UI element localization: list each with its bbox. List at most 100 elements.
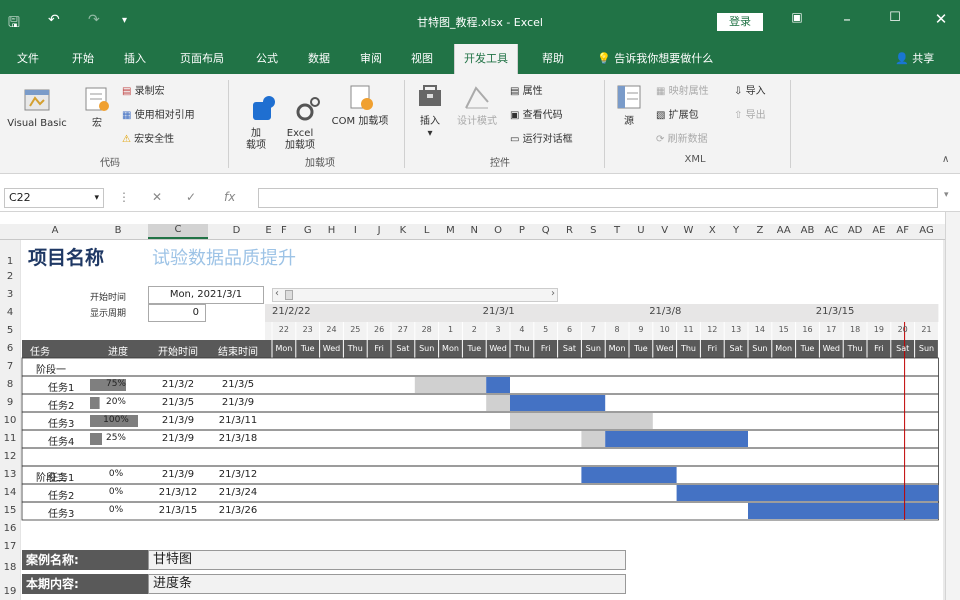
tab-10[interactable]: 帮助	[528, 44, 578, 74]
share-button[interactable]: 👤 共享	[895, 44, 934, 74]
excel-addins-button[interactable]: Excel 加载项	[280, 82, 320, 164]
row-header[interactable]: 6	[0, 340, 20, 358]
tab-5[interactable]: 公式	[246, 44, 288, 74]
com-addins-button[interactable]: COM 加载项	[322, 82, 398, 128]
start-date-field[interactable]: Mon, 2021/3/1	[148, 286, 264, 304]
tab-4[interactable]: 页面布局	[168, 44, 236, 74]
row-header[interactable]: 19	[0, 580, 20, 600]
column-header[interactable]: B	[88, 225, 148, 236]
formula-input[interactable]	[258, 188, 938, 208]
design-mode-button[interactable]: 设计模式	[452, 82, 502, 128]
xml-source-button[interactable]: 源	[612, 82, 646, 128]
column-header[interactable]: F	[272, 225, 296, 236]
column-header[interactable]: H	[320, 225, 344, 236]
row-header[interactable]: 12	[0, 448, 20, 466]
row-header[interactable]: 4	[0, 304, 20, 322]
row-header[interactable]: 14	[0, 484, 20, 502]
expand-formula-icon[interactable]: ▾	[944, 190, 949, 200]
column-header[interactable]: S	[581, 225, 605, 236]
column-header[interactable]: I	[343, 225, 367, 236]
tab-1[interactable]: 文件	[8, 44, 48, 74]
worksheet[interactable]: 项目名称 试验数据品质提升 开始时间 Mon, 2021/3/1 显示周期 0 …	[0, 240, 945, 600]
row-header[interactable]: 8	[0, 376, 20, 394]
row-header[interactable]: 17	[0, 538, 20, 556]
tab-6[interactable]: 数据	[298, 44, 340, 74]
visual-basic-button[interactable]: Visual Basic	[2, 84, 72, 130]
cancel-icon[interactable]: ✕	[152, 190, 162, 204]
scroll-left-icon[interactable]: ‹	[275, 288, 279, 299]
expansion-packs-button[interactable]: ▧ 扩展包	[656, 106, 699, 121]
ribbon-display-icon[interactable]: ▣	[782, 10, 812, 24]
column-header[interactable]: AA	[772, 225, 796, 236]
tell-me-search[interactable]: 💡 告诉我你想要做什么	[597, 44, 713, 74]
row-header[interactable]: 18	[0, 556, 20, 580]
tab-9[interactable]: 开发工具	[454, 44, 518, 74]
tab-8[interactable]: 视图	[400, 44, 444, 74]
close-icon[interactable]: ✕	[926, 10, 956, 28]
column-header[interactable]: G	[296, 225, 320, 236]
record-macro-button[interactable]: ▤ 录制宏	[122, 82, 165, 97]
row-header[interactable]: 5	[0, 322, 20, 340]
login-button[interactable]: 登录	[717, 13, 763, 31]
column-header[interactable]: W	[677, 225, 701, 236]
enter-icon[interactable]: ✓	[186, 190, 196, 204]
column-header[interactable]: J	[367, 225, 391, 236]
column-header[interactable]: N	[462, 225, 486, 236]
row-header[interactable]: 10	[0, 412, 20, 430]
column-header[interactable]: K	[391, 225, 415, 236]
insert-control-button[interactable]: 插入 ▾	[410, 82, 450, 140]
column-header[interactable]: O	[486, 225, 510, 236]
maximize-icon[interactable]: ☐	[880, 10, 910, 25]
row-header[interactable]: 11	[0, 430, 20, 448]
run-dialog-button[interactable]: ▭ 运行对话框	[510, 130, 573, 145]
column-header[interactable]: D	[208, 225, 265, 236]
addins-button[interactable]: 加 载项	[236, 82, 276, 164]
column-header[interactable]: V	[653, 225, 677, 236]
tab-3[interactable]: 插入	[112, 44, 158, 74]
column-header[interactable]: AB	[796, 225, 820, 236]
minimize-icon[interactable]: –	[832, 10, 862, 28]
column-header[interactable]: AE	[867, 225, 891, 236]
column-header[interactable]: AD	[843, 225, 867, 236]
properties-button[interactable]: ▤ 属性	[510, 82, 543, 97]
import-button[interactable]: ⇩ 导入	[734, 82, 766, 97]
column-header[interactable]: P	[510, 225, 534, 236]
row-header[interactable]: 13	[0, 466, 20, 484]
tab-7[interactable]: 审阅	[350, 44, 392, 74]
tab-2[interactable]: 开始	[62, 44, 104, 74]
column-header[interactable]: C	[148, 224, 208, 239]
column-header[interactable]: U	[629, 225, 653, 236]
chevron-down-icon[interactable]: ▾	[94, 189, 99, 207]
column-header[interactable]: Y	[724, 225, 748, 236]
collapse-ribbon-icon[interactable]: ∧	[942, 154, 949, 165]
macro-security-button[interactable]: ⚠ 宏安全性	[122, 130, 174, 145]
column-header[interactable]: AG	[915, 225, 939, 236]
row-header[interactable]: 3	[0, 286, 20, 304]
column-header[interactable]: Q	[534, 225, 558, 236]
vertical-scrollbar[interactable]	[945, 212, 960, 600]
scroll-thumb[interactable]	[285, 290, 293, 300]
relative-reference-button[interactable]: ▦ 使用相对引用	[122, 106, 195, 121]
column-header[interactable]: E	[265, 225, 272, 236]
map-properties-button[interactable]: ▦ 映射属性	[656, 82, 709, 97]
row-header[interactable]: 9	[0, 394, 20, 412]
column-header[interactable]: T	[605, 225, 629, 236]
refresh-data-button[interactable]: ⟳ 刷新数据	[656, 130, 708, 145]
column-header[interactable]: X	[700, 225, 724, 236]
display-week-field[interactable]: 0	[148, 304, 206, 322]
macros-button[interactable]: 宏	[80, 84, 114, 130]
insert-function-icon[interactable]: fx	[224, 190, 235, 204]
week-scrollbar[interactable]: ‹ ›	[272, 288, 558, 302]
column-header[interactable]: R	[558, 225, 582, 236]
row-header[interactable]: 7	[0, 358, 20, 376]
column-header[interactable]: Z	[748, 225, 772, 236]
row-header[interactable]: 2	[0, 268, 20, 286]
view-code-button[interactable]: ▣ 查看代码	[510, 106, 563, 121]
row-header[interactable]: 16	[0, 520, 20, 538]
scroll-right-icon[interactable]: ›	[551, 288, 555, 299]
column-header[interactable]: A	[22, 225, 88, 236]
column-header[interactable]: M	[439, 225, 463, 236]
column-header[interactable]: AC	[819, 225, 843, 236]
column-header[interactable]: L	[415, 225, 439, 236]
row-header[interactable]: 1	[0, 240, 20, 268]
